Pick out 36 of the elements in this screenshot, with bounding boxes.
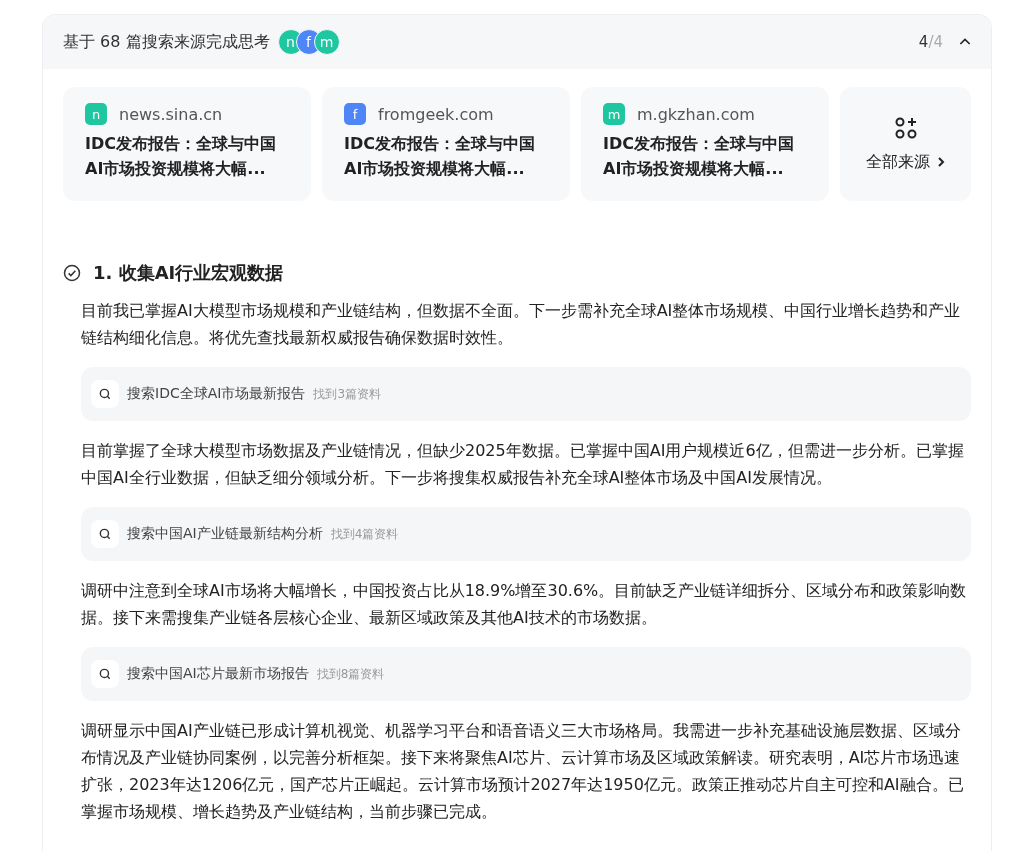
apps-icon (893, 115, 918, 140)
site-favicon: f (344, 103, 366, 125)
source-title: AI市场投资规模将大幅... (603, 158, 785, 180)
source-card[interactable]: n news.sina.cn IDC发布报告：全球与中国 AI市场投资规模将大幅... (63, 87, 311, 201)
thought-paragraph: 调研中注意到全球AI市场将大幅增长，中国投资占比从18.9%增至30.6%。目前缺乏产业链详细拆分、区域分布和政策影响数据。接下来需搜集产业链各层核心企业、最新区域政策及其他AI技术的市场数据。 (81, 580, 968, 629)
source-title: AI市场投资规模将大幅... (344, 158, 526, 180)
source-title: IDC发布报告：全球与中国 (603, 133, 795, 155)
search-query: 搜索IDC全球AI市场最新报告 (127, 385, 306, 403)
source-title: AI市场投资规模将大幅... (85, 158, 267, 180)
search-result-count: 找到3篇资料 (313, 385, 382, 403)
thought-paragraph: 目前我已掌握AI大模型市场规模和产业链结构，但数据不全面。下一步需补充全球AI整体市场规模、中国行业增长趋势和产业链结构细化信息。将优先查找最新权威报告确保数据时效性。 (81, 300, 962, 349)
header-title: 基于 68 篇搜索来源完成思考 (63, 31, 270, 53)
site-favicon: m (603, 103, 625, 125)
source-card[interactable]: m m.gkzhan.com IDC发布报告：全球与中国 AI市场投资规模将大幅... (581, 87, 829, 201)
thought-paragraph: 目前掌握了全球大模型市场数据及产业链情况，但缺少2025年数据。已掌握中国AI用户规模近6亿，但需进一步分析。已掌握中国AI全行业数据，但缺乏细分领域分析。下一步将搜集权威报告补充全球AI整体市场及中国AI发展情况。 (81, 440, 965, 489)
search-result-count: 找到4篇资料 (330, 525, 399, 543)
step-counter: 4/4 (918, 33, 943, 51)
source-domain: fromgeek.com (378, 104, 494, 124)
all-sources-card[interactable]: 全部来源 (840, 87, 971, 201)
source-domain: m.gkzhan.com (637, 104, 755, 124)
step-title: 1. 收集AI行业宏观数据 (93, 261, 284, 285)
search-icon (98, 667, 112, 681)
search-icon (98, 387, 112, 401)
site-favicon: n (85, 103, 107, 125)
source-card[interactable]: f fromgeek.com IDC发布报告：全球与中国 AI市场投资规模将大幅... (322, 87, 570, 201)
all-sources-link[interactable]: 全部来源 (865, 151, 946, 173)
source-title: IDC发布报告：全球与中国 (344, 133, 536, 155)
search-query: 搜索中国AI芯片最新市场报告 (127, 665, 309, 683)
search-icon (98, 527, 112, 541)
source-avatar: m (313, 29, 340, 55)
search-result-count: 找到8篇资料 (316, 665, 385, 683)
thought-paragraph: 调研显示中国AI产业链已形成计算机视觉、机器学习平台和语音语义三大市场格局。我需进一步补充基础设施层数据、区域分布情况及产业链协同案例，以完善分析框架。接下来将聚焦AI芯片、云计算市场及区域政策解读。研究表明，AI芯片市场迅速扩张，2023年达1206亿元，国产芯片正崛起。云计算市场预计2027年达1950亿元。政策正推动芯片自主可控和AI融合。已掌握市场规模、增长趋势及产业链结构，当前步骤已完成。 (81, 720, 965, 823)
search-query: 搜索中国AI产业链最新结构分析 (127, 525, 323, 543)
source-title: IDC发布报告：全球与中国 (85, 133, 277, 155)
source-domain: news.sina.cn (119, 104, 223, 124)
chevron-icon (935, 156, 946, 168)
